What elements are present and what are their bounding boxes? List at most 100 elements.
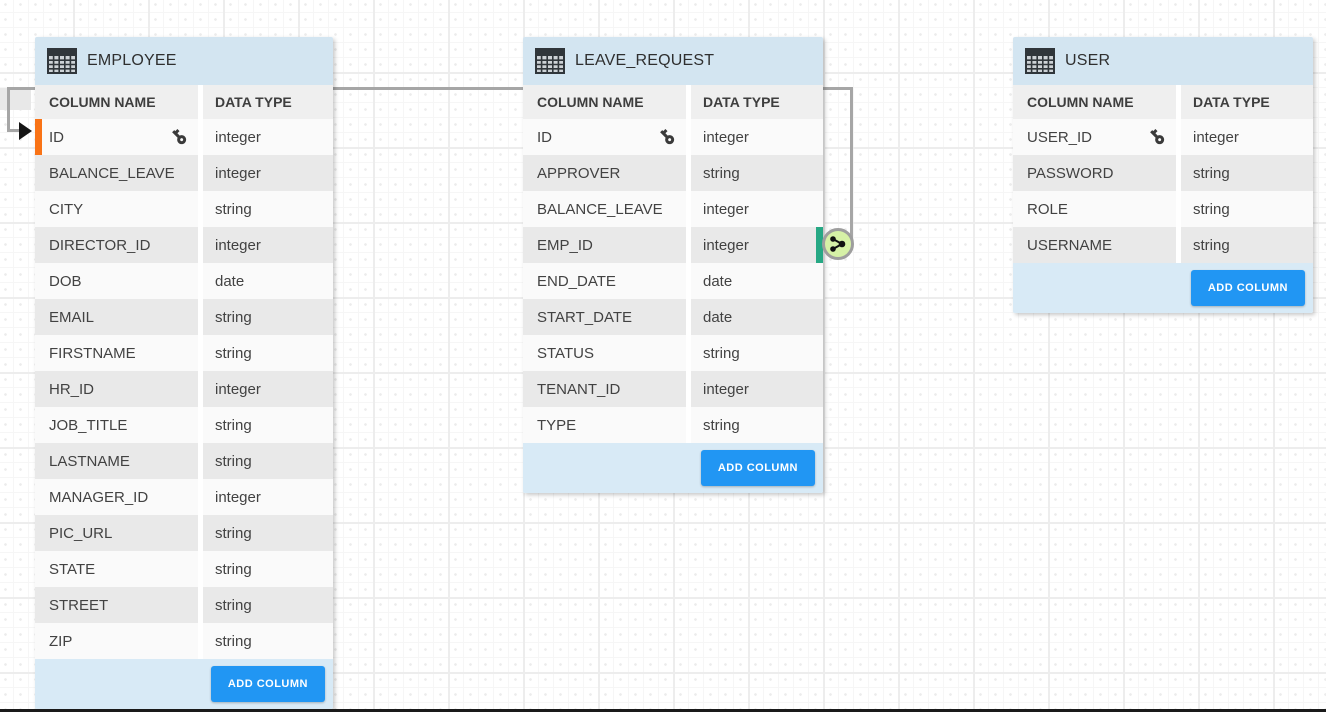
- table-row[interactable]: BALANCE_LEAVE integer: [35, 155, 333, 191]
- column-name-text: APPROVER: [537, 165, 620, 182]
- column-name-cell: EMP_ID: [523, 227, 686, 263]
- column-name-cell: APPROVER: [523, 155, 686, 191]
- data-type-cell: integer: [691, 191, 823, 227]
- table-row[interactable]: APPROVER string: [523, 155, 823, 191]
- data-type-text: string: [215, 561, 252, 578]
- table-row[interactable]: ID integer: [523, 119, 823, 155]
- column-name-text: CITY: [49, 201, 83, 218]
- data-type-text: string: [703, 165, 740, 182]
- column-name-text: ROLE: [1027, 201, 1068, 218]
- column-name-text: FIRSTNAME: [49, 345, 136, 362]
- merge-fork-icon: [825, 231, 851, 257]
- data-type-text: string: [703, 417, 740, 434]
- data-type-cell: string: [691, 407, 823, 443]
- add-column-button[interactable]: ADD COLUMN: [701, 450, 815, 486]
- table-row[interactable]: TYPE string: [523, 407, 823, 443]
- table-row[interactable]: MANAGER_ID integer: [35, 479, 333, 515]
- column-name-cell: BALANCE_LEAVE: [523, 191, 686, 227]
- primary-key-icon: [170, 128, 188, 146]
- table-row[interactable]: PIC_URL string: [35, 515, 333, 551]
- column-name-text: ID: [49, 129, 64, 146]
- data-type-cell: string: [203, 443, 333, 479]
- column-name-cell: STATE: [35, 551, 198, 587]
- column-name-cell: PIC_URL: [35, 515, 198, 551]
- table-row[interactable]: USER_ID integer: [1013, 119, 1313, 155]
- data-type-text: string: [215, 345, 252, 362]
- table-row[interactable]: LASTNAME string: [35, 443, 333, 479]
- add-column-button[interactable]: ADD COLUMN: [211, 666, 325, 702]
- column-name-text: PASSWORD: [1027, 165, 1113, 182]
- data-type-cell: integer: [203, 371, 333, 407]
- relationship-arrow-icon: [19, 122, 32, 140]
- column-name-cell: TENANT_ID: [523, 371, 686, 407]
- table-row[interactable]: EMAIL string: [35, 299, 333, 335]
- data-type-text: integer: [703, 237, 749, 254]
- data-type-cell: string: [203, 335, 333, 371]
- table-header[interactable]: LEAVE_REQUEST: [523, 37, 823, 85]
- data-type-text: string: [215, 525, 252, 542]
- data-type-cell: integer: [1181, 119, 1313, 155]
- table-row[interactable]: STREET string: [35, 587, 333, 623]
- table-row[interactable]: USERNAME string: [1013, 227, 1313, 263]
- data-type-text: integer: [215, 489, 261, 506]
- table-row[interactable]: EMP_ID integer: [523, 227, 823, 263]
- column-header-row: COLUMN NAME DATA TYPE: [1013, 85, 1313, 119]
- table-row[interactable]: START_DATE date: [523, 299, 823, 335]
- table-row[interactable]: DIRECTOR_ID integer: [35, 227, 333, 263]
- data-type-text: string: [1193, 201, 1230, 218]
- relationship-line-left[interactable]: [7, 87, 10, 132]
- data-type-text: integer: [215, 129, 261, 146]
- column-name-text: STREET: [49, 597, 108, 614]
- column-name-cell: STATUS: [523, 335, 686, 371]
- table-grid-icon: [47, 48, 77, 74]
- column-name-cell: HR_ID: [35, 371, 198, 407]
- add-column-button[interactable]: ADD COLUMN: [1191, 270, 1305, 306]
- data-type-text: string: [215, 453, 252, 470]
- table-header[interactable]: EMPLOYEE: [35, 37, 333, 85]
- data-type-text: integer: [703, 381, 749, 398]
- offscreen-table-fragment: [0, 88, 31, 110]
- table-row[interactable]: DOB date: [35, 263, 333, 299]
- table-row[interactable]: STATUS string: [523, 335, 823, 371]
- column-name-header: COLUMN NAME: [1013, 85, 1176, 119]
- table-row[interactable]: TENANT_ID integer: [523, 371, 823, 407]
- table-title: EMPLOYEE: [87, 52, 177, 70]
- table-row[interactable]: CITY string: [35, 191, 333, 227]
- table-row[interactable]: END_DATE date: [523, 263, 823, 299]
- table-row[interactable]: BALANCE_LEAVE integer: [523, 191, 823, 227]
- column-name-cell: MANAGER_ID: [35, 479, 198, 515]
- table-row[interactable]: STATE string: [35, 551, 333, 587]
- column-name-cell: USERNAME: [1013, 227, 1176, 263]
- data-type-cell: string: [203, 299, 333, 335]
- table-footer: ADD COLUMN: [1013, 263, 1313, 313]
- column-name-text: STATUS: [537, 345, 594, 362]
- data-type-cell: integer: [203, 479, 333, 515]
- primary-key-icon: [1148, 128, 1166, 146]
- column-name-text: DIRECTOR_ID: [49, 237, 150, 254]
- table-row[interactable]: ID integer: [35, 119, 333, 155]
- table-row[interactable]: JOB_TITLE string: [35, 407, 333, 443]
- data-type-text: string: [215, 633, 252, 650]
- relationship-line-right[interactable]: [850, 87, 853, 245]
- table-row[interactable]: ZIP string: [35, 623, 333, 659]
- column-name-text: BALANCE_LEAVE: [49, 165, 175, 182]
- table-header[interactable]: USER: [1013, 37, 1313, 85]
- column-name-text: LASTNAME: [49, 453, 130, 470]
- table-row[interactable]: FIRSTNAME string: [35, 335, 333, 371]
- table-row[interactable]: PASSWORD string: [1013, 155, 1313, 191]
- column-name-cell: STREET: [35, 587, 198, 623]
- diagram-canvas[interactable]: EMPLOYEE COLUMN NAME DATA TYPE ID intege…: [0, 0, 1326, 718]
- data-type-text: integer: [1193, 129, 1239, 146]
- data-type-cell: string: [691, 335, 823, 371]
- relationship-connector-handle[interactable]: [822, 228, 854, 260]
- data-type-text: string: [1193, 165, 1230, 182]
- column-name-text: END_DATE: [537, 273, 616, 290]
- column-name-cell: END_DATE: [523, 263, 686, 299]
- data-type-cell: string: [1181, 227, 1313, 263]
- table-row[interactable]: ROLE string: [1013, 191, 1313, 227]
- data-type-cell: integer: [203, 227, 333, 263]
- column-name-header: COLUMN NAME: [523, 85, 686, 119]
- table-title: USER: [1065, 52, 1110, 70]
- table-card-leave_request: LEAVE_REQUEST COLUMN NAME DATA TYPE ID i…: [523, 37, 823, 493]
- table-row[interactable]: HR_ID integer: [35, 371, 333, 407]
